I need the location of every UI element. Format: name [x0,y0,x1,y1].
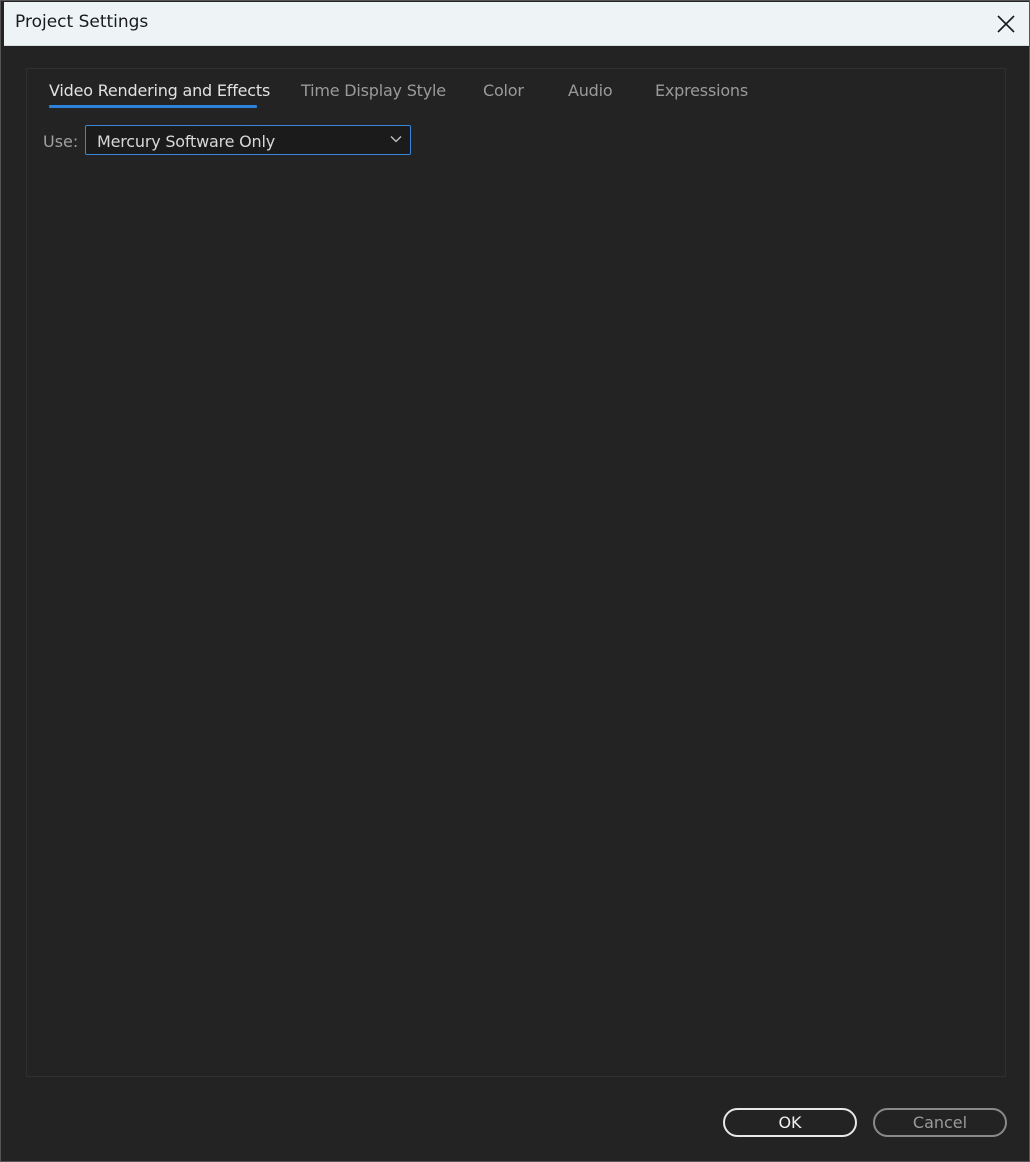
tab-expressions[interactable]: Expressions [655,81,748,100]
renderer-label: Use: [43,132,79,151]
cancel-button-label: Cancel [912,1113,968,1132]
renderer-selected-value: Mercury Software Only [97,132,276,151]
close-icon [997,14,1015,33]
settings-panel [26,68,1006,1077]
tab-video-rendering-and-effects[interactable]: Video Rendering and Effects [49,81,271,108]
tab-label: Video Rendering and Effects [49,81,271,100]
tab-audio[interactable]: Audio [568,81,613,100]
dialog-title: Project Settings [15,12,149,32]
renderer-dropdown[interactable]: Mercury Software Only [85,125,411,155]
tab-time-display-style[interactable]: Time Display Style [301,81,446,100]
ok-button-label: OK [778,1113,802,1132]
active-tab-indicator [49,105,257,108]
tab-color[interactable]: Color [483,81,524,100]
close-button[interactable] [983,2,1029,45]
title-bar[interactable]: Project Settings [4,2,1029,46]
dialog-content: Video Rendering and Effects Time Display… [4,46,1029,1161]
project-settings-dialog: Project Settings Video Rendering and Eff… [0,0,1030,1162]
tab-label: Audio [568,81,613,100]
chevron-down-icon [390,136,402,143]
tab-label: Time Display Style [301,81,446,100]
tab-label: Color [483,81,524,100]
tab-label: Expressions [655,81,748,100]
ok-button[interactable]: OK [723,1108,857,1137]
cancel-button[interactable]: Cancel [873,1108,1007,1137]
